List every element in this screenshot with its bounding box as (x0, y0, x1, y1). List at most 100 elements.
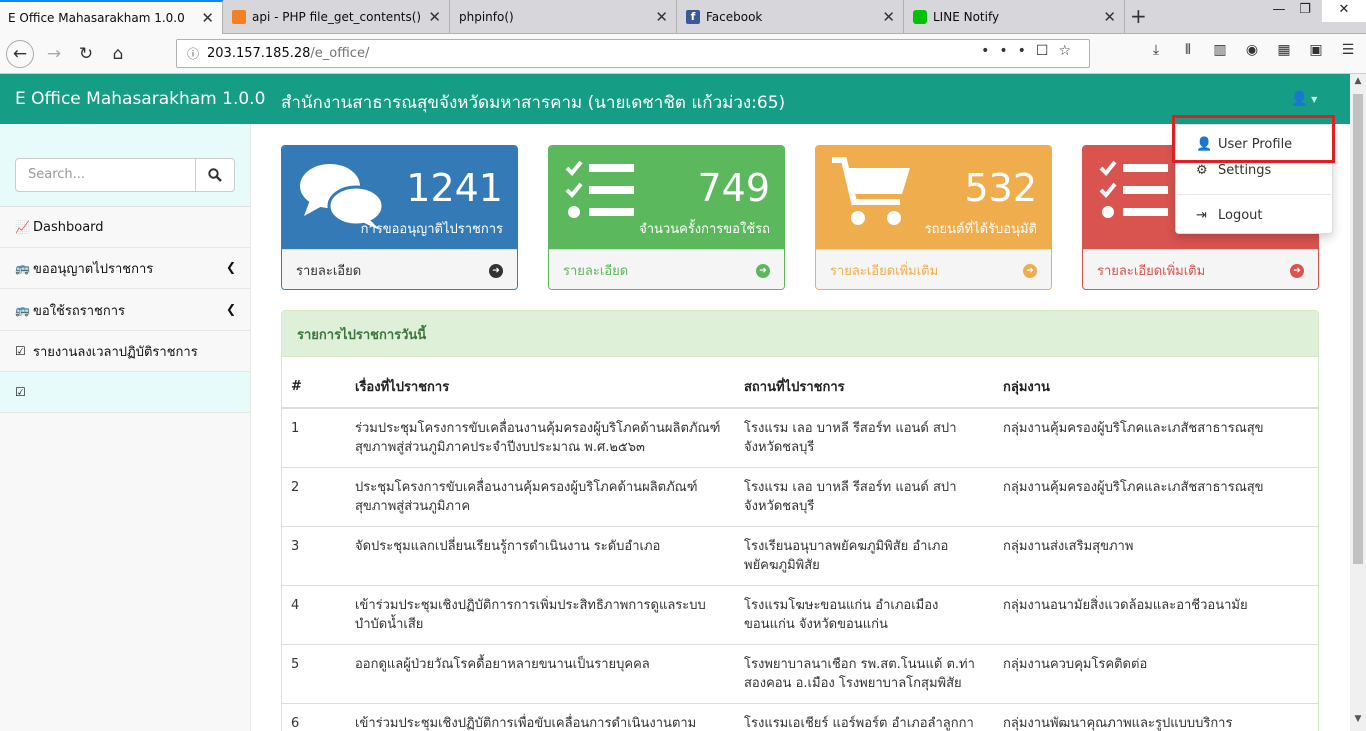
scroll-down-icon[interactable]: ▼ (1350, 714, 1366, 724)
card-footer-label: รายละเอียดเพิ่มเติม (1097, 264, 1206, 279)
cell-number: 1 (282, 407, 346, 468)
cell-number: 2 (282, 467, 346, 527)
sidebar-icon[interactable]: ▥ (1204, 42, 1236, 58)
info-icon[interactable]: ⓘ (187, 45, 199, 62)
column-header-number: # (282, 366, 346, 409)
close-icon[interactable]: ✕ (201, 9, 214, 27)
calendar-check-icon: ☑ (15, 385, 26, 399)
search-button[interactable] (195, 158, 235, 192)
menu-icon[interactable]: ☰ (1332, 42, 1364, 58)
table-row[interactable]: 4 เข้าร่วมประชุมเชิงปฏิบัติการการเพิ่มปร… (282, 585, 1318, 645)
list-check-icon (565, 160, 634, 218)
restore-icon[interactable]: ❐ (1294, 0, 1316, 22)
tab-title: Facebook (706, 10, 763, 24)
card-number: 1241 (406, 166, 503, 210)
close-icon[interactable]: ✕ (428, 8, 441, 26)
table-row[interactable]: 2 ประชุมโครงการขับเคลื่อนงานคุ้มครองผู้บ… (282, 467, 1318, 527)
sidebar: Search... 📈 Dashboard 🚌 ขออนุญาตไปราชการ… (0, 124, 251, 731)
sidebar-item-travel-request[interactable]: 🚌 ขออนุญาตไปราชการ ❮ (0, 248, 250, 289)
table-header-row: # เรื่องที่ไปราชการ สถานที่ไปราชการ กลุ่… (282, 366, 1318, 409)
browser-tab-phpinfo[interactable]: phpinfo() ✕ (451, 0, 677, 34)
menu-item-logout[interactable]: ⇥ Logout (1196, 208, 1263, 223)
cell-place: โรงเรียนอนุบาลพยัคฆภูมิพิสัย อำเภอพยัคฆภ… (735, 526, 994, 586)
cell-number: 4 (282, 585, 346, 645)
arrow-circle-right-icon: ➜ (489, 264, 503, 278)
bus-icon: 🚌 (15, 261, 30, 275)
new-tab-button[interactable]: + (1130, 4, 1147, 28)
table-row[interactable]: 3 จัดประชุมแลกเปลี่ยนเรียนรู้การดำเนินงา… (282, 526, 1318, 586)
reload-icon[interactable]: ↻ (72, 40, 100, 68)
table-row[interactable]: 6 เข้าร่วมประชุมเชิงปฏิบัติการเพื่อขับเค… (282, 703, 1318, 731)
close-window-icon[interactable]: ✕ (1322, 0, 1366, 22)
browser-tab-e-office[interactable]: E Office Mahasarakham 1.0.0 ✕ (0, 0, 223, 34)
card-top: 532 รถยนต์ที่ได้รับอนุมัติ (816, 146, 1051, 249)
close-icon[interactable]: ✕ (655, 8, 668, 26)
sidebar-item-time-report[interactable]: ☑ รายงานลงเวลาปฏิบัติราชการ (0, 331, 250, 372)
arrow-circle-right-icon: ➜ (1023, 264, 1037, 278)
cell-group: กลุ่มงานอนามัยสิ่งแวดล้อมและอาชีวอนามัย (994, 585, 1318, 645)
sidebar-item-dashboard[interactable]: 📈 Dashboard (0, 207, 250, 248)
card-label: จำนวนครั้งการขอใช้รถ (639, 222, 770, 237)
menu-divider (1177, 194, 1331, 195)
card-footer-label: รายละเอียด (296, 264, 362, 279)
page-scrollbar[interactable]: ▲ ▼ (1350, 74, 1366, 731)
menu-item-settings[interactable]: ⚙ Settings (1196, 163, 1271, 178)
toolbar-icons: ⤓ ⫴ ▥ ◉ ▦ ▣ ☰ (1140, 42, 1364, 58)
account-icon[interactable]: ◉ (1236, 42, 1268, 58)
card-footer-link[interactable]: รายละเอียดเพิ่มเติม ➜ (816, 249, 1051, 289)
chevron-left-icon: ❮ (225, 302, 236, 316)
back-icon[interactable]: ← (6, 40, 34, 68)
download-icon[interactable]: ⤓ (1140, 42, 1172, 58)
extension2-icon[interactable]: ▣ (1300, 42, 1332, 58)
card-label: การขออนุญาติไปราชการ (360, 222, 503, 237)
cell-subject: เข้าร่วมประชุมเชิงปฏิบัติการเพื่อขับเคลื… (346, 703, 735, 731)
card-top: 749 จำนวนครั้งการขอใช้รถ (549, 146, 784, 249)
url-bar[interactable]: ⓘ 203.157.185.28/e_office/ •••☐☆ (176, 39, 1090, 68)
line-icon (913, 10, 927, 24)
minimize-icon[interactable]: — (1268, 0, 1290, 22)
sidebar-search: Search... (0, 124, 250, 207)
caret-down-icon: ▼ (1311, 94, 1318, 104)
table-row[interactable]: 5 ออกดูแลผู้ป่วยวัณโรคดื้อยาหลายขนานเป็น… (282, 644, 1318, 704)
card-label: รถยนต์ที่ได้รับอนุมัติ (924, 222, 1037, 237)
table-row[interactable]: 1 ร่วมประชุมโครงการขับเคลื่อนงานคุ้มครอง… (282, 407, 1318, 468)
forward-icon[interactable]: → (40, 40, 68, 68)
library-icon[interactable]: ⫴ (1172, 42, 1204, 58)
card-footer-link[interactable]: รายละเอียด ➜ (549, 249, 784, 289)
menu-item-label: Logout (1218, 208, 1263, 223)
gears-icon: ⚙ (1196, 163, 1208, 178)
card-number: 749 (697, 166, 770, 210)
card-footer-label: รายละเอียด (563, 264, 629, 279)
cell-number: 6 (282, 703, 346, 731)
tab-title: api - PHP file_get_contents() re (252, 10, 423, 24)
cell-subject: ร่วมประชุมโครงการขับเคลื่อนงานคุ้มครองผู… (346, 407, 735, 468)
cell-group: กลุ่มงานพัฒนาคุณภาพและรูปแบบบริการ (994, 703, 1318, 731)
user-icon: 👤 (1290, 91, 1309, 107)
search-input[interactable]: Search... (15, 158, 196, 192)
scroll-up-icon[interactable]: ▲ (1350, 76, 1366, 86)
close-icon[interactable]: ✕ (1103, 8, 1116, 26)
browser-nav-bar: ← → ↻ ⌂ ⓘ 203.157.185.28/e_office/ •••☐☆… (0, 34, 1366, 74)
extension-icon[interactable]: ▦ (1268, 42, 1300, 58)
cell-subject: เข้าร่วมประชุมเชิงปฏิบัติการการเพิ่มประส… (346, 585, 735, 645)
org-title: สำนักงานสาธารณสุขจังหวัดมหาสารคาม (นายเด… (281, 93, 786, 113)
arrow-circle-right-icon: ➜ (756, 264, 770, 278)
highlight-box (1172, 115, 1335, 163)
sidebar-item-calendar[interactable]: ☑ (0, 372, 250, 413)
home-icon[interactable]: ⌂ (104, 40, 132, 68)
sidebar-item-car-request[interactable]: 🚌 ขอใช้รถราชการ ❮ (0, 290, 250, 331)
app-header: E Office Mahasarakham 1.0.0 สำนักงานสาธา… (0, 74, 1350, 124)
close-icon[interactable]: ✕ (882, 8, 895, 26)
browser-tab-line-notify[interactable]: LINE Notify ✕ (905, 0, 1125, 34)
card-footer-link[interactable]: รายละเอียดเพิ่มเติม ➜ (1083, 249, 1318, 289)
cell-group: กลุ่มงานส่งเสริมสุขภาพ (994, 526, 1318, 586)
card-footer-link[interactable]: รายละเอียด ➜ (282, 249, 517, 289)
scroll-thumb[interactable] (1353, 94, 1363, 564)
today-trips-panel: รายการไปราชการวันนี้ # เรื่องที่ไปราชการ… (281, 310, 1319, 731)
browser-tab-facebook[interactable]: f Facebook ✕ (678, 0, 904, 34)
page-actions-icon[interactable]: •••☐☆ (981, 43, 1081, 59)
app-brand[interactable]: E Office Mahasarakham 1.0.0 (15, 89, 265, 109)
panel-title: รายการไปราชการวันนี้ (282, 311, 1318, 357)
browser-tab-api[interactable]: api - PHP file_get_contents() re ✕ (224, 0, 450, 34)
cell-place: โรงแรมโฆษะขอนแก่น อำเภอเมืองขอนแก่น จังห… (735, 585, 994, 645)
